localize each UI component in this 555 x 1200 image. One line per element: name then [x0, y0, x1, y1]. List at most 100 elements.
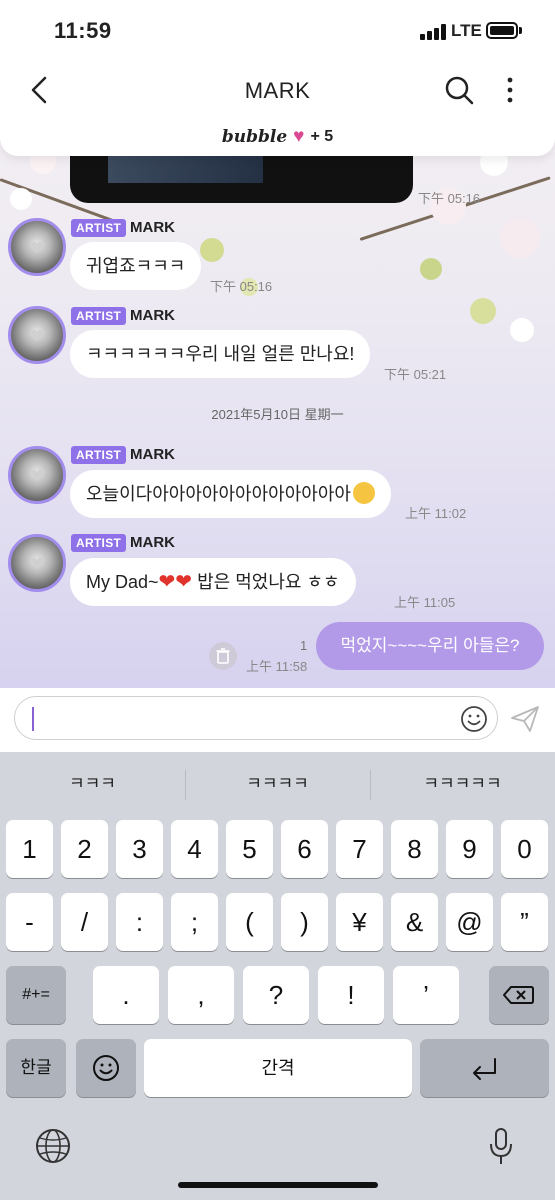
avatar[interactable]: ♥	[8, 306, 66, 364]
key-comma[interactable]: ,	[168, 966, 234, 1024]
app-header: MARK	[0, 62, 555, 118]
message-time: 上午 11:05	[394, 595, 456, 610]
key-2[interactable]: 2	[61, 820, 108, 878]
status-bar: 11:59 LTE	[0, 0, 555, 62]
key-colon[interactable]: :	[116, 893, 163, 951]
key-8[interactable]: 8	[391, 820, 438, 878]
dictation-button[interactable]	[486, 1127, 516, 1167]
search-button[interactable]	[443, 74, 475, 106]
heart-icon: ♥	[293, 126, 305, 147]
date-divider: 2021年5月10日 星期一	[211, 407, 344, 422]
send-button[interactable]	[509, 704, 541, 734]
key-yen[interactable]: ¥	[336, 893, 383, 951]
return-icon	[473, 1058, 496, 1080]
key-close-paren[interactable]: )	[281, 893, 328, 951]
globe-icon	[36, 1129, 70, 1163]
artist-badge: ARTIST	[71, 446, 127, 464]
red-heart-emoji-icon: ❤	[158, 571, 176, 593]
bubble-banner[interactable]: bubble ♥ + 5	[0, 118, 555, 156]
backspace-key[interactable]	[489, 966, 549, 1024]
key-9[interactable]: 9	[446, 820, 493, 878]
battery-cap	[519, 27, 522, 34]
text-cursor	[32, 707, 34, 731]
sender-name: MARK	[130, 307, 175, 324]
suggestion-2[interactable]: ㅋㅋㅋㅋ	[185, 764, 370, 804]
avatar[interactable]: ♥	[8, 218, 66, 276]
key-at[interactable]: @	[446, 893, 493, 951]
status-time: 11:59	[54, 18, 112, 43]
message-time: 上午 11:02	[405, 506, 467, 521]
bubble-logo-text: bubble	[221, 127, 288, 147]
sender-name: MARK	[130, 534, 175, 551]
message-bubble[interactable]: 오늘이다아아아아아아아아아아아아	[70, 470, 391, 518]
emoji-button[interactable]	[459, 704, 489, 734]
delete-button[interactable]	[209, 642, 237, 670]
message-bubble[interactable]: My Dad~❤❤ 밥은 먹었나요 ㅎㅎ	[70, 558, 356, 606]
message-time: 下午 05:16	[210, 279, 273, 294]
input-bar	[0, 688, 555, 752]
red-heart-emoji-icon: ❤	[175, 571, 193, 593]
message-time: 下午 05:16	[418, 191, 481, 206]
keyboard: ㅋㅋㅋ ㅋㅋㅋㅋ ㅋㅋㅋㅋㅋ 1 2 3 4 5 6 7 8 9 0 - / :…	[0, 752, 555, 1200]
key-0[interactable]: 0	[501, 820, 548, 878]
back-button[interactable]	[24, 74, 56, 106]
return-key[interactable]	[420, 1039, 549, 1097]
avatar[interactable]: ♥	[8, 534, 66, 592]
key-slash[interactable]: /	[61, 893, 108, 951]
message-time: 上午 11:58	[246, 659, 308, 674]
artist-badge: ARTIST	[71, 307, 127, 325]
key-4[interactable]: 4	[171, 820, 218, 878]
key-exclamation[interactable]: !	[318, 966, 384, 1024]
symbols-toggle-key[interactable]: #+=	[6, 966, 66, 1024]
bubble-count: + 5	[310, 128, 334, 145]
message-input[interactable]	[14, 696, 498, 740]
key-5[interactable]: 5	[226, 820, 273, 878]
chevron-left-icon	[31, 76, 47, 104]
message-bubble[interactable]: 귀엽죠ㅋㅋㅋ	[70, 242, 202, 290]
chat-area[interactable]: bubble ♥ + 5 下午 05:16 ♥ ARTIST MARK 귀엽죠ㅋ…	[0, 118, 555, 688]
microphone-icon	[490, 1128, 512, 1164]
network-label: LTE	[451, 21, 482, 40]
send-icon	[511, 706, 539, 732]
message-time: 下午 05:21	[384, 367, 447, 382]
suggestion-1[interactable]: ㅋㅋㅋ	[0, 764, 185, 804]
avatar[interactable]: ♥	[8, 446, 66, 504]
space-key[interactable]: 간격	[144, 1039, 412, 1097]
message-text-prefix: My Dad~	[86, 572, 159, 592]
trash-icon	[216, 648, 230, 664]
outgoing-message-bubble[interactable]: 먹었지~~~~우리 아들은?	[316, 622, 544, 670]
key-period[interactable]: .	[93, 966, 159, 1024]
key-apostrophe[interactable]: ’	[393, 966, 459, 1024]
key-open-paren[interactable]: (	[226, 893, 273, 951]
backspace-icon	[503, 986, 534, 1004]
key-ampersand[interactable]: &	[391, 893, 438, 951]
more-options-button[interactable]	[497, 74, 523, 106]
sender-name: MARK	[130, 219, 175, 236]
key-question[interactable]: ?	[243, 966, 309, 1024]
key-hyphen[interactable]: -	[6, 893, 53, 951]
shared-photo-message[interactable]	[70, 148, 413, 203]
message-bubble[interactable]: ㅋㅋㅋㅋㅋㅋ우리 내일 얼른 만나요!	[70, 330, 371, 378]
globe-button[interactable]	[34, 1127, 72, 1165]
key-1[interactable]: 1	[6, 820, 53, 878]
key-6[interactable]: 6	[281, 820, 328, 878]
key-7[interactable]: 7	[336, 820, 383, 878]
search-icon	[445, 76, 474, 105]
battery-icon	[486, 22, 518, 39]
key-quote[interactable]: ”	[501, 893, 548, 951]
more-vertical-icon	[507, 77, 513, 103]
language-key[interactable]: 한글	[6, 1039, 66, 1097]
key-3[interactable]: 3	[116, 820, 163, 878]
sender-name: MARK	[130, 446, 175, 463]
home-indicator[interactable]	[178, 1182, 378, 1188]
message-text-suffix: 밥은 먹었나요 ㅎㅎ	[197, 572, 340, 592]
key-semicolon[interactable]: ;	[171, 893, 218, 951]
suggestion-3[interactable]: ㅋㅋㅋㅋㅋ	[370, 764, 555, 804]
signal-icon	[420, 24, 446, 40]
party-face-emoji-icon	[352, 482, 375, 505]
unread-count: 1	[300, 638, 308, 653]
emoji-key[interactable]	[76, 1039, 136, 1097]
artist-badge: ARTIST	[71, 219, 127, 237]
smiley-icon	[93, 1055, 119, 1081]
message-text: 오늘이다아아아아아아아아아아아아	[86, 484, 351, 504]
